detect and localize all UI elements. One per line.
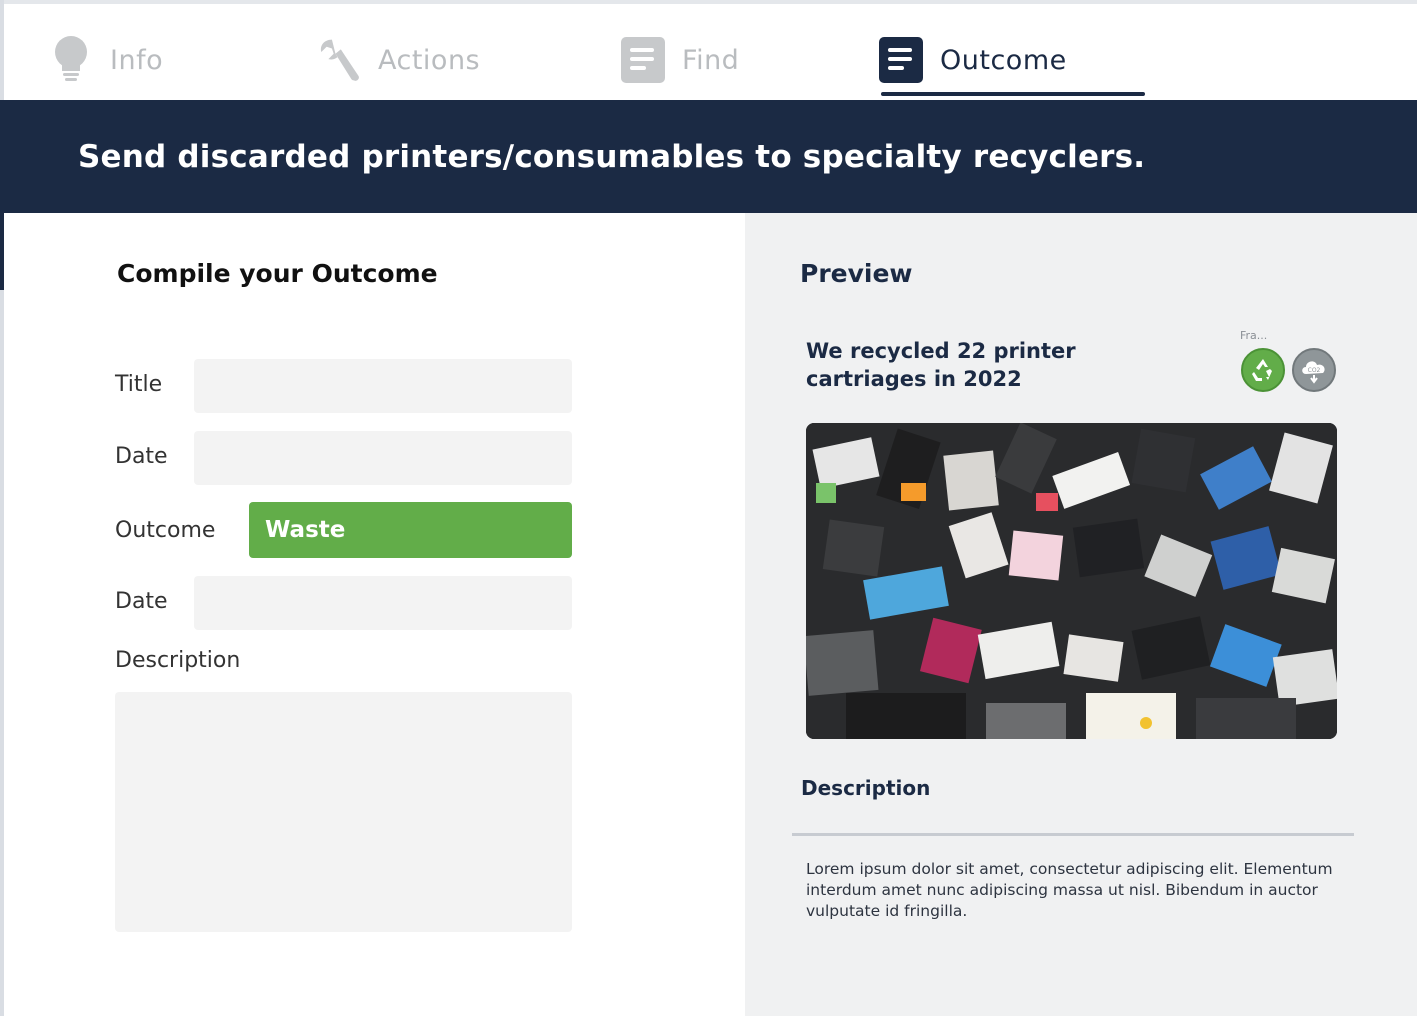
date2-label: Date	[115, 589, 168, 614]
date2-field[interactable]	[194, 576, 572, 630]
tab-info[interactable]: Info	[48, 30, 163, 90]
tab-outcome-label: Outcome	[940, 44, 1067, 76]
preview-heading: Preview	[800, 259, 913, 288]
divider	[792, 833, 1354, 836]
description-label: Description	[115, 648, 241, 673]
date-field[interactable]	[194, 431, 572, 485]
preview-card-title: We recycled 22 printer cartriages in 202…	[806, 339, 1076, 391]
active-tab-indicator	[881, 92, 1145, 96]
cartridges-photo	[806, 423, 1337, 739]
wrench-icon	[316, 34, 362, 86]
svg-text:CO2: CO2	[1308, 367, 1321, 374]
preview-panel: Preview We recycled 22 printer cartriage…	[745, 213, 1417, 1016]
outcome-select[interactable]: Waste	[249, 502, 572, 558]
co2-cloud-icon: CO2	[1292, 348, 1336, 392]
header-banner: Send discarded printers/consumables to s…	[4, 100, 1417, 213]
tab-find[interactable]: Find	[620, 30, 739, 90]
tab-info-label: Info	[110, 44, 164, 76]
document-icon	[878, 34, 924, 86]
outcome-page: Info Actions Find Outcome Send discarded…	[4, 4, 1417, 1016]
recycle-icon	[1241, 348, 1285, 392]
form-heading: Compile your Outcome	[117, 259, 438, 288]
compile-form-panel: Compile your Outcome Title Date Outcome …	[4, 213, 745, 1016]
tab-outcome[interactable]: Outcome	[878, 30, 1067, 90]
date-label: Date	[115, 444, 168, 469]
outcome-label: Outcome	[115, 518, 216, 543]
tab-bar: Info Actions Find Outcome	[4, 4, 1417, 100]
badge-caption: Fra...	[1240, 329, 1268, 342]
tab-find-label: Find	[682, 44, 740, 76]
preview-description-text: Lorem ipsum dolor sit amet, consectetur …	[806, 860, 1333, 920]
title-label: Title	[115, 372, 163, 397]
lightbulb-icon	[48, 34, 94, 86]
preview-description-heading: Description	[801, 776, 931, 800]
tab-actions[interactable]: Actions	[316, 30, 480, 90]
banner-title: Send discarded printers/consumables to s…	[78, 138, 1146, 175]
title-field[interactable]	[194, 359, 572, 413]
document-icon	[620, 34, 666, 86]
description-textarea[interactable]	[115, 692, 572, 932]
tab-actions-label: Actions	[378, 44, 481, 76]
